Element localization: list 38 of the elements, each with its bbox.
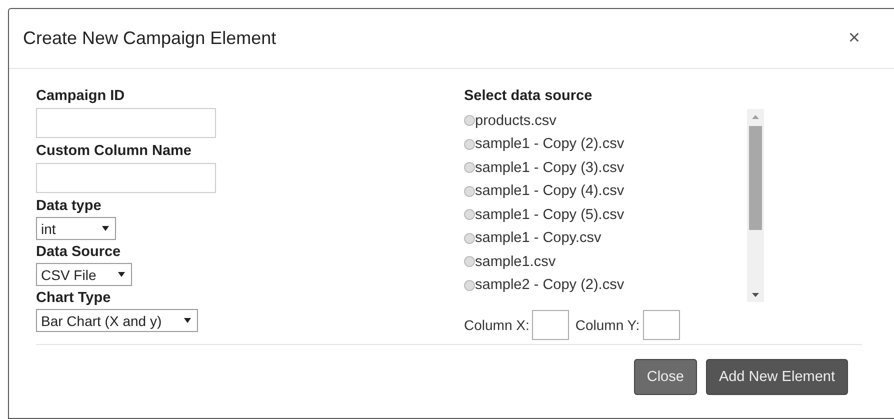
caret-icon [118, 272, 126, 277]
input-field[interactable] [532, 310, 570, 340]
field-label: Column X: [464, 317, 530, 333]
field-label: Data Source [36, 243, 122, 262]
radio-button[interactable] [464, 232, 475, 244]
option-label[interactable]: sample1 - Copy (5).csv [475, 206, 624, 223]
radio-button[interactable] [464, 186, 475, 197]
caret-icon [184, 318, 191, 323]
input-field[interactable] [36, 108, 216, 138]
dropdown[interactable]: Bar Chart (X and y) [36, 309, 198, 332]
caret-icon [102, 226, 109, 231]
radio-button[interactable] [464, 280, 475, 291]
field-label: Column Y: [575, 317, 640, 333]
radio-button[interactable] [464, 138, 475, 150]
dialog-title: Create New Campaign Element [23, 28, 276, 49]
radio-button[interactable] [464, 115, 475, 126]
option-label[interactable]: sample1 - Copy (4).csv [475, 183, 624, 200]
option-label[interactable]: sample1 - Copy.csv [475, 230, 602, 246]
radio-button[interactable] [464, 256, 475, 268]
option-label[interactable]: sample1.csv [475, 254, 556, 270]
radio-button[interactable] [464, 209, 475, 220]
dropdown[interactable]: CSV File [36, 263, 132, 286]
radio-button[interactable] [464, 162, 475, 174]
scrollbar[interactable] [747, 109, 764, 302]
field-label: Chart Type [36, 289, 112, 308]
dropdown[interactable]: int [36, 217, 116, 240]
close-button[interactable]: Close [634, 359, 697, 395]
option-label[interactable]: sample1 - Copy (3).csv [475, 160, 624, 176]
field-label: Campaign ID [36, 87, 126, 106]
field-label: Custom Column Name [36, 142, 192, 161]
option-label[interactable]: products.csv [475, 112, 556, 129]
field-label: Select data source [464, 87, 594, 106]
option-label[interactable]: sample2 - Copy (2).csv [475, 277, 624, 294]
input-field[interactable] [642, 310, 680, 340]
option-label[interactable]: sample1 - Copy (2).csv [475, 136, 624, 152]
field-label: Data type [36, 197, 102, 216]
add-button[interactable]: Add New Element [706, 359, 848, 395]
input-field[interactable] [36, 163, 216, 193]
